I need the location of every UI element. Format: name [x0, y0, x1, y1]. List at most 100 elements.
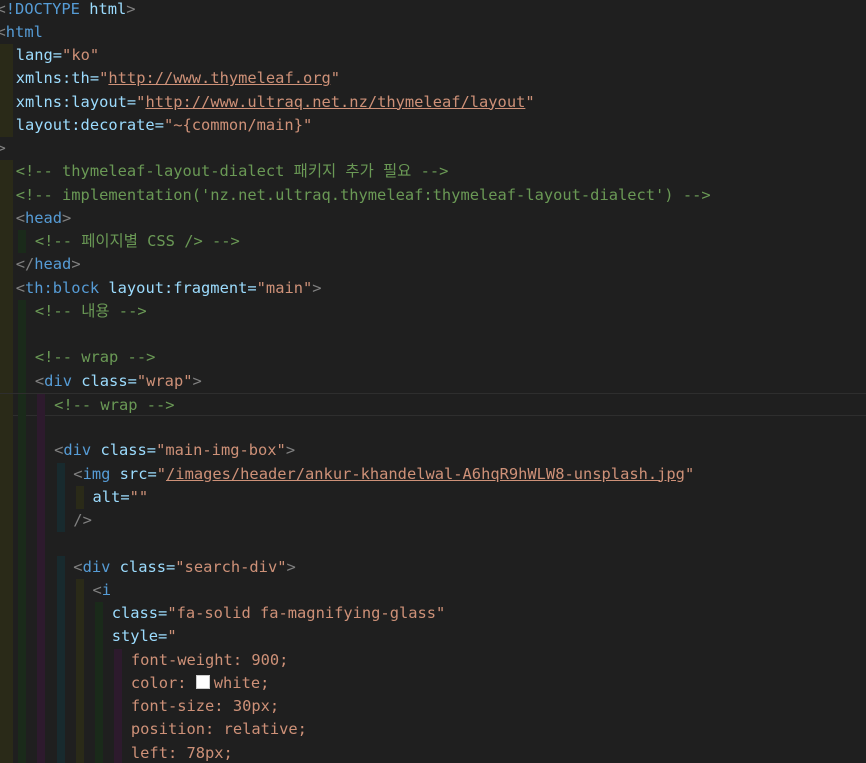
code-token: " [99, 69, 109, 88]
indent-guide [114, 695, 123, 719]
indent-guide [0, 648, 13, 672]
code-token: <!-- wrap --> [34, 348, 156, 367]
code-line[interactable]: <img src="/images/header/ankur-khandelwa… [0, 462, 866, 486]
indent-guide [37, 741, 46, 763]
indent-guide [75, 602, 84, 626]
code-line[interactable]: <!-- wrap --> [0, 346, 866, 370]
indent-guide [0, 439, 13, 463]
code-line[interactable]: xmlns:layout= "http://www.ultraq.net.nz/t… [0, 90, 866, 114]
indent-guide [56, 485, 65, 509]
indent-guide [114, 718, 123, 742]
indent-guide [0, 113, 13, 137]
indent-guide [18, 532, 27, 556]
code-line[interactable]: xmlns:th="http://www.thymeleaf.org" [0, 67, 866, 91]
code-token: layout:decorate [15, 115, 155, 134]
indent-guide [75, 718, 84, 742]
indent-guide [75, 485, 84, 509]
indent-guide [0, 206, 13, 230]
code-text: alt="" [93, 486, 149, 509]
indent-guide [56, 602, 65, 626]
code-line[interactable] [0, 532, 866, 556]
code-line[interactable]: position: relative; [0, 718, 866, 742]
code-line[interactable]: <div class="search-div"> [0, 555, 866, 579]
color-swatch-icon[interactable] [195, 674, 210, 689]
code-line[interactable]: <!-- implementation('nz.net.ultraq.thyme… [0, 183, 866, 207]
code-token: > [0, 139, 6, 157]
code-line[interactable]: left: 78px; [0, 741, 866, 763]
code-line[interactable]: font-size: 30px; [0, 695, 866, 719]
code-text: <!-- 내용 --> [35, 300, 147, 323]
code-text: <!-- wrap --> [54, 394, 174, 417]
code-line[interactable] [0, 416, 866, 440]
indent-guide [114, 741, 123, 763]
code-line[interactable]: /> [0, 509, 866, 533]
indent-guide [95, 718, 103, 742]
code-line[interactable]: class="fa-solid fa-magnifying-glass" [0, 602, 866, 626]
indent-guide [18, 671, 27, 695]
code-token: "search-div" [175, 557, 287, 576]
code-token[interactable]: http://www.ultraq.net.nz/thymeleaf/layou… [145, 93, 525, 111]
indent-guide [18, 695, 27, 719]
code-line[interactable]: font-weight: 900; [0, 648, 866, 672]
code-token: white; [213, 673, 270, 692]
code-line[interactable]: <head> [0, 206, 866, 230]
code-token: "wrap" [136, 371, 193, 390]
indent-guide [37, 695, 46, 719]
code-token: > [71, 255, 81, 274]
code-line[interactable]: <!-- wrap --> [0, 392, 866, 417]
code-token: position: relative; [130, 720, 307, 739]
code-line[interactable]: <!-- thymeleaf-layout-dialect 패키지 추가 필요 … [0, 160, 866, 184]
indent-guide [0, 671, 13, 695]
code-line[interactable]: <!-- 내용 --> [0, 299, 866, 323]
indent-guide [18, 439, 27, 463]
indent-guide [56, 555, 65, 579]
code-token: <!-- 페이지별 CSS /> --> [34, 232, 240, 250]
code-line[interactable]: style=" [0, 625, 866, 649]
indent-guide [95, 671, 103, 695]
code-line[interactable]: > [0, 137, 866, 160]
code-line[interactable]: lang="ko" [0, 44, 866, 68]
indent-guide [114, 671, 123, 695]
code-line[interactable]: alt="" [0, 485, 866, 509]
indent-guide [75, 695, 84, 719]
code-text: </head> [16, 253, 81, 276]
indent-guide [0, 602, 13, 626]
code-text: <!DOCTYPE html> [0, 0, 136, 21]
code-line[interactable]: <th:block layout:fragment="main"> [0, 276, 866, 300]
indent-guide [0, 485, 13, 509]
code-line[interactable]: <div class="wrap"> [0, 369, 866, 393]
code-token: " [330, 69, 341, 88]
code-text: > [0, 137, 6, 160]
indent-guide [0, 230, 13, 254]
code-line[interactable]: layout:decorate="~{common/main}" [0, 113, 866, 137]
code-line[interactable]: <div class="main-img-box"> [0, 439, 866, 463]
code-text: layout:decorate="~{common/main}" [16, 114, 313, 137]
code-token: "main-img-box" [156, 441, 286, 460]
code-line[interactable] [0, 323, 866, 347]
code-editor[interactable]: <!DOCTYPE html> <html lang="ko" xmlns:th="h… [0, 0, 866, 763]
code-token[interactable]: /images/header/ankur-khandelwal-A6hqR9hW… [166, 465, 685, 483]
code-token: lang [15, 46, 53, 64]
indent-guide [37, 671, 46, 695]
code-token: src [110, 464, 148, 483]
code-token: class [110, 557, 166, 576]
code-line[interactable]: <!-- 페이지별 CSS /> --> [0, 230, 866, 254]
code-line[interactable]: color: white; [0, 671, 866, 695]
code-line[interactable]: <i [0, 578, 866, 602]
code-token: font-weight: 900; [130, 650, 289, 669]
code-token: head [34, 255, 72, 274]
code-token: font-size: 30px; [130, 697, 280, 715]
code-token: " [156, 464, 167, 483]
indent-guide [56, 648, 65, 672]
code-token: = [89, 69, 100, 88]
code-line[interactable]: <html [0, 21, 866, 44]
code-token[interactable]: http://www.thymeleaf.org [108, 69, 330, 87]
code-token: "" [129, 487, 149, 506]
code-token: = [166, 557, 176, 576]
code-token: = [154, 115, 164, 134]
code-token: left: 78px; [130, 743, 233, 762]
indent-guide [56, 741, 65, 763]
indent-guide [18, 625, 27, 649]
code-line[interactable]: </head> [0, 253, 866, 277]
code-line[interactable]: <!DOCTYPE html> [0, 0, 866, 21]
